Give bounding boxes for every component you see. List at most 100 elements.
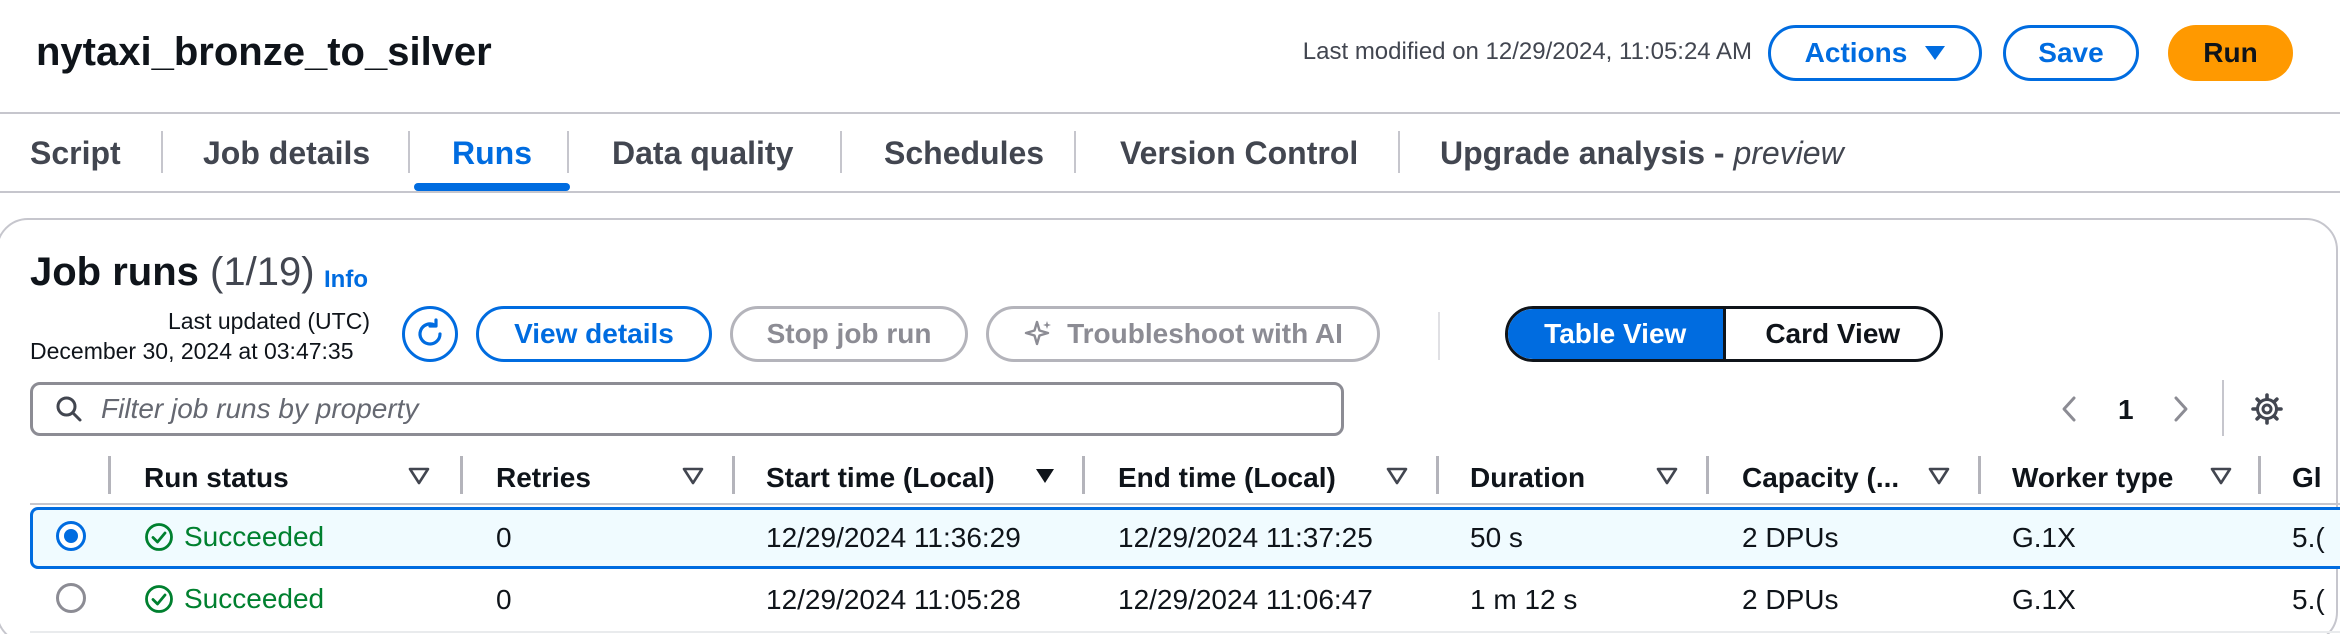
sparkle-icon — [1024, 320, 1052, 346]
job-runs-count: (1/19) — [210, 250, 315, 294]
column-header-retries[interactable]: Retries — [496, 462, 591, 494]
column-header-glue-version[interactable]: Gl — [2292, 462, 2322, 494]
cell-end-time: 12/29/2024 11:37:25 — [1118, 522, 1373, 553]
view-toggle: Table View Card View — [1505, 306, 1943, 362]
run-button[interactable]: Run — [2168, 25, 2293, 81]
cell-worker-type: G.1X — [2012, 584, 2076, 615]
row-select-radio[interactable] — [56, 583, 86, 613]
last-updated-label: Last updated (UTC) — [168, 308, 370, 334]
table-settings-button[interactable] — [2250, 392, 2284, 431]
column-divider — [1082, 456, 1085, 494]
tabs-divider — [0, 191, 2340, 193]
toolbar-divider — [1438, 312, 1440, 360]
column-header-worker-type[interactable]: Worker type — [2012, 462, 2173, 494]
column-divider — [732, 456, 735, 494]
sort-icon[interactable] — [1928, 466, 1950, 491]
info-link[interactable]: Info — [324, 266, 368, 294]
active-tab-indicator — [414, 183, 570, 191]
column-divider — [108, 456, 111, 494]
tab-upgrade-analysis-label: Upgrade analysis - — [1440, 135, 1734, 171]
search-icon — [56, 396, 82, 422]
sort-icon[interactable] — [2210, 466, 2232, 491]
header-divider — [0, 112, 2340, 114]
job-runs-heading: Job runs (1/19) — [30, 250, 315, 295]
gear-icon — [2251, 393, 2283, 425]
refresh-icon — [418, 318, 442, 346]
column-divider — [460, 456, 463, 494]
sort-icon[interactable] — [1386, 466, 1408, 491]
cell-duration: 1 m 12 s — [1470, 584, 1578, 615]
cell-start-time: 12/29/2024 11:05:28 — [766, 584, 1021, 615]
tab-separator — [408, 131, 410, 173]
cell-end-time: 12/29/2024 11:06:47 — [1118, 584, 1373, 615]
last-updated-value: December 30, 2024 at 03:47:35 — [30, 338, 354, 364]
cell-start-time: 12/29/2024 11:36:29 — [766, 522, 1021, 553]
status-text: Succeeded — [184, 521, 325, 552]
cell-capacity: 2 DPUs — [1742, 522, 1839, 553]
job-runs-title: Job runs — [30, 250, 199, 294]
filter-field — [30, 382, 1344, 436]
success-icon — [145, 585, 173, 613]
actions-button-label: Actions — [1804, 37, 1908, 68]
tab-script[interactable]: Script — [30, 135, 121, 172]
table-view-button[interactable]: Table View — [1508, 309, 1723, 359]
sort-icon[interactable] — [682, 466, 704, 491]
card-view-button[interactable]: Card View — [1722, 309, 1941, 359]
view-details-button[interactable]: View details — [476, 306, 712, 362]
sort-icon[interactable] — [1656, 466, 1678, 491]
column-divider — [1706, 456, 1709, 494]
tab-separator — [161, 131, 163, 173]
table-header-divider — [30, 503, 2340, 505]
success-icon — [145, 523, 173, 551]
cell-duration: 50 s — [1470, 522, 1523, 553]
troubleshoot-ai-button[interactable]: Troubleshoot with AI — [986, 306, 1380, 362]
preview-label: preview — [1733, 135, 1844, 171]
chevron-left-icon — [2062, 396, 2076, 422]
row-select-radio[interactable] — [56, 521, 86, 551]
page-title: nytaxi_bronze_to_silver — [36, 30, 492, 74]
tab-upgrade-analysis[interactable]: Upgrade analysis - preview — [1440, 135, 1844, 172]
tab-job-details[interactable]: Job details — [203, 135, 370, 172]
cell-worker-type: G.1X — [2012, 522, 2076, 553]
stop-job-run-button[interactable]: Stop job run — [730, 306, 968, 362]
status-badge: Succeeded — [144, 583, 324, 615]
column-header-run-status[interactable]: Run status — [144, 462, 289, 494]
actions-button[interactable]: Actions — [1768, 25, 1982, 81]
column-divider — [1978, 456, 1981, 494]
tab-separator — [1074, 131, 1076, 173]
last-modified-text: Last modified on 12/29/2024, 11:05:24 AM — [1302, 38, 1752, 65]
tab-schedules[interactable]: Schedules — [884, 135, 1044, 172]
column-header-start-time[interactable]: Start time (Local) — [766, 462, 995, 494]
column-header-end-time[interactable]: End time (Local) — [1118, 462, 1336, 494]
cell-capacity: 2 DPUs — [1742, 584, 1839, 615]
refresh-button[interactable] — [402, 306, 458, 362]
caret-down-icon — [1925, 46, 1946, 60]
row-divider — [30, 631, 2340, 633]
column-divider — [1436, 456, 1439, 494]
tab-runs[interactable]: Runs — [452, 135, 532, 172]
save-button[interactable]: Save — [2003, 25, 2139, 81]
sort-icon[interactable] — [408, 466, 430, 491]
previous-page-button[interactable] — [2058, 394, 2080, 429]
tab-separator — [1398, 131, 1400, 173]
pager-divider — [2222, 380, 2224, 436]
tab-separator — [567, 131, 569, 173]
filter-input[interactable] — [101, 393, 1301, 425]
column-header-capacity[interactable]: Capacity (... — [1742, 462, 1899, 494]
column-divider — [2258, 456, 2261, 494]
column-header-duration[interactable]: Duration — [1470, 462, 1585, 494]
chevron-right-icon — [2174, 396, 2188, 422]
status-text: Succeeded — [184, 583, 325, 614]
tab-version-control[interactable]: Version Control — [1120, 135, 1358, 172]
tab-data-quality[interactable]: Data quality — [612, 135, 793, 172]
tab-separator — [840, 131, 842, 173]
cell-glue-version: 5.( — [2292, 584, 2325, 615]
status-badge: Succeeded — [144, 521, 324, 553]
cell-retries: 0 — [496, 584, 512, 615]
next-page-button[interactable] — [2170, 394, 2192, 429]
troubleshoot-ai-label: Troubleshoot with AI — [1067, 318, 1343, 349]
sort-descending-icon[interactable] — [1034, 466, 1056, 491]
page-number[interactable]: 1 — [2118, 394, 2134, 426]
cell-retries: 0 — [496, 522, 512, 553]
cell-glue-version: 5.( — [2292, 522, 2325, 553]
